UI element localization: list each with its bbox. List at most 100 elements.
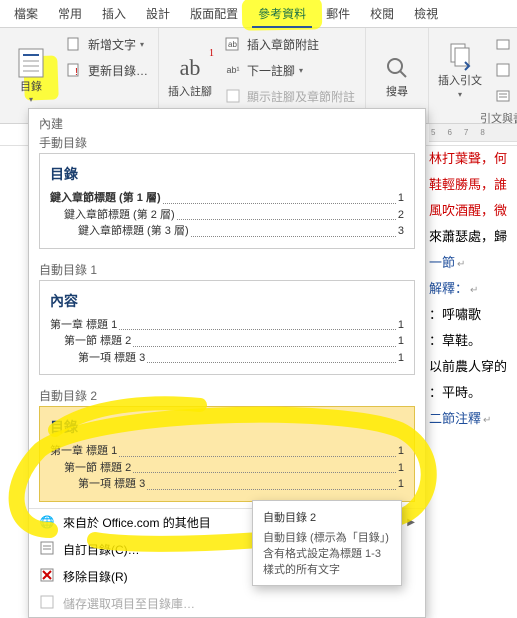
group-citations: 插入引文 ▾ 管理來源 樣式: xyxy=(429,28,517,123)
tooltip: 自動目錄 2 自動目錄 (標示為「目錄」) 含有格式設定為標題 1-3 樣式的所… xyxy=(252,500,402,586)
tab-file[interactable]: 檔案 xyxy=(4,0,48,28)
save-gallery-icon xyxy=(39,595,55,612)
new-text-button[interactable]: ＋ 新增文字 ▾ xyxy=(60,32,152,56)
preview-row: 第一項 標題 3 1 xyxy=(50,476,404,493)
preview-row-page: 1 xyxy=(398,350,404,367)
paragraph-mark-icon: ↵ xyxy=(457,259,465,270)
chevron-right-icon: ▶ xyxy=(407,517,415,528)
paragraph-mark-icon: ↵ xyxy=(470,285,478,296)
document-line: ：呼嘯歌 xyxy=(429,302,515,328)
document-line: 林打葉聲，何 xyxy=(429,146,515,172)
add-text-icon: ＋ xyxy=(64,34,84,54)
preview-row-text: 第一節 標題 2 xyxy=(64,460,131,477)
svg-text:!: ! xyxy=(75,67,78,77)
citation-style-dropdown[interactable]: 樣式: xyxy=(489,58,517,82)
preview-row-page: 1 xyxy=(398,476,404,493)
update-toc-label: 更新目錄… xyxy=(88,62,148,79)
custom-toc-label: 自訂目錄(C)… xyxy=(63,541,140,558)
preview-row: 第一項 標題 3 1 xyxy=(50,350,404,367)
tab-references-label: 參考資料 xyxy=(258,7,306,21)
manage-sources-button[interactable]: 管理來源 xyxy=(489,32,517,56)
tab-references[interactable]: 參考資料 xyxy=(248,0,316,28)
chevron-down-icon: ▾ xyxy=(140,40,144,49)
ruler-mark: 8 xyxy=(480,125,484,141)
preview-row-text: 第一章 標題 1 xyxy=(50,443,117,460)
leader-dots xyxy=(119,317,396,331)
preview-row: 第一章 標題 11 xyxy=(50,317,404,334)
gallery-section-auto2: 自動目錄 2 xyxy=(29,381,425,406)
footnote-ab-icon: ab1 xyxy=(174,52,206,84)
leader-dots xyxy=(147,350,396,364)
next-footnote-icon: ab¹ xyxy=(223,60,243,80)
insert-citation-icon xyxy=(444,41,476,73)
document-text[interactable]: 林打葉聲，何鞋輕勝馬，誰風吹酒醒，微來蕭瑟處，歸一節↵解釋：↵：呼嘯歌：草鞋。以… xyxy=(429,142,517,432)
document-line: 二節注釋↵ xyxy=(429,406,515,432)
custom-toc-icon xyxy=(39,541,55,558)
preview-row: 第一章 標題 1 1 xyxy=(50,443,404,460)
preview-title: 目錄 xyxy=(50,164,404,184)
document-line: ：平時。 xyxy=(429,380,515,406)
show-notes-icon xyxy=(223,86,243,106)
preview-row-text: 第一項 標題 3 xyxy=(78,476,145,493)
ruler-mark: 6 xyxy=(447,125,451,141)
preview-row-page: 2 xyxy=(398,207,404,224)
gallery-item-auto-toc-2[interactable]: 目錄 第一章 標題 11第一節 標題 21第一項 標題 31 xyxy=(39,406,415,502)
toc-button[interactable]: 目錄 ▾ xyxy=(6,32,56,119)
document-line: 來蕭瑟處，歸 xyxy=(429,224,515,250)
chevron-down-icon: ▾ xyxy=(29,95,33,104)
endnote-icon: ab xyxy=(223,34,243,54)
insert-footnote-button[interactable]: ab1 插入註腳 xyxy=(165,32,215,119)
tab-view[interactable]: 檢視 xyxy=(404,0,448,28)
tab-design[interactable]: 設計 xyxy=(136,0,180,28)
leader-dots xyxy=(147,476,396,490)
svg-text:ab: ab xyxy=(228,40,237,49)
tab-mailings[interactable]: 郵件 xyxy=(316,0,360,28)
tooltip-body: 自動目錄 (標示為「目錄」) 含有格式設定為標題 1-3 樣式的所有文字 xyxy=(263,529,391,577)
tab-insert[interactable]: 插入 xyxy=(92,0,136,28)
leader-dots xyxy=(177,207,396,221)
tab-home[interactable]: 常用 xyxy=(48,0,92,28)
preview-row: 鍵入章節標題 (第 3 層)3 xyxy=(50,223,404,240)
ruler: 5 6 7 8 xyxy=(429,124,517,142)
preview-row-page: 1 xyxy=(398,460,404,477)
update-toc-icon: ! xyxy=(64,60,84,80)
globe-icon: 🌐 xyxy=(39,515,55,529)
gallery-item-manual-toc[interactable]: 目錄 鍵入章節標題 (第 1 層)1鍵入章節標題 (第 2 層)2鍵入章節標題 … xyxy=(39,153,415,249)
preview-row-page: 3 xyxy=(398,223,404,240)
bibliography-icon xyxy=(493,86,513,106)
insert-endnote-button[interactable]: ab 插入章節附註 xyxy=(219,32,359,56)
tab-layout[interactable]: 版面配置 xyxy=(180,0,248,28)
show-notes-button: 顯示註腳及章節附註 xyxy=(219,84,359,108)
bibliography-button[interactable]: 書目 xyxy=(489,84,517,108)
gallery-section-auto1: 自動目錄 1 xyxy=(29,255,425,280)
document-line: 一節↵ xyxy=(429,250,515,276)
preview-row: 鍵入章節標題 (第 1 層)1 xyxy=(50,190,404,207)
preview-row-text: 第一項 標題 3 xyxy=(78,350,145,367)
smart-lookup-button[interactable]: 搜尋 xyxy=(372,32,422,119)
leader-dots xyxy=(163,190,396,204)
save-selection-label: 儲存選取項目至目錄庫… xyxy=(63,595,195,612)
update-toc-button[interactable]: ! 更新目錄… xyxy=(60,58,152,82)
leader-dots xyxy=(133,460,396,474)
style-icon xyxy=(493,60,513,80)
svg-text:＋: ＋ xyxy=(80,37,81,45)
document-line: ：草鞋。 xyxy=(429,328,515,354)
chevron-down-icon: ▾ xyxy=(458,90,462,99)
gallery-section-manual: 手動目錄 xyxy=(29,134,425,153)
remove-toc-icon xyxy=(39,568,55,585)
search-icon xyxy=(381,52,413,84)
leader-dots xyxy=(119,443,396,457)
insert-citation-button[interactable]: 插入引文 ▾ xyxy=(435,32,485,108)
preview-row: 第一節 標題 2 1 xyxy=(50,460,404,477)
manage-sources-icon xyxy=(493,34,513,54)
gallery-item-auto-toc-1[interactable]: 內容 第一章 標題 11第一節 標題 21第一項 標題 31 xyxy=(39,280,415,376)
chevron-down-icon: ▾ xyxy=(299,66,303,75)
preview-row-text: 鍵入章節標題 (第 1 層) xyxy=(50,190,161,207)
tab-review[interactable]: 校閱 xyxy=(360,0,404,28)
preview-row-page: 1 xyxy=(398,443,404,460)
document-line: 風吹酒醒，微 xyxy=(429,198,515,224)
smart-lookup-label: 搜尋 xyxy=(386,86,408,98)
preview-row: 鍵入章節標題 (第 2 層)2 xyxy=(50,207,404,224)
gallery-section-builtin: 內建 xyxy=(29,109,425,134)
next-footnote-button[interactable]: ab¹ 下一註腳 ▾ xyxy=(219,58,359,82)
